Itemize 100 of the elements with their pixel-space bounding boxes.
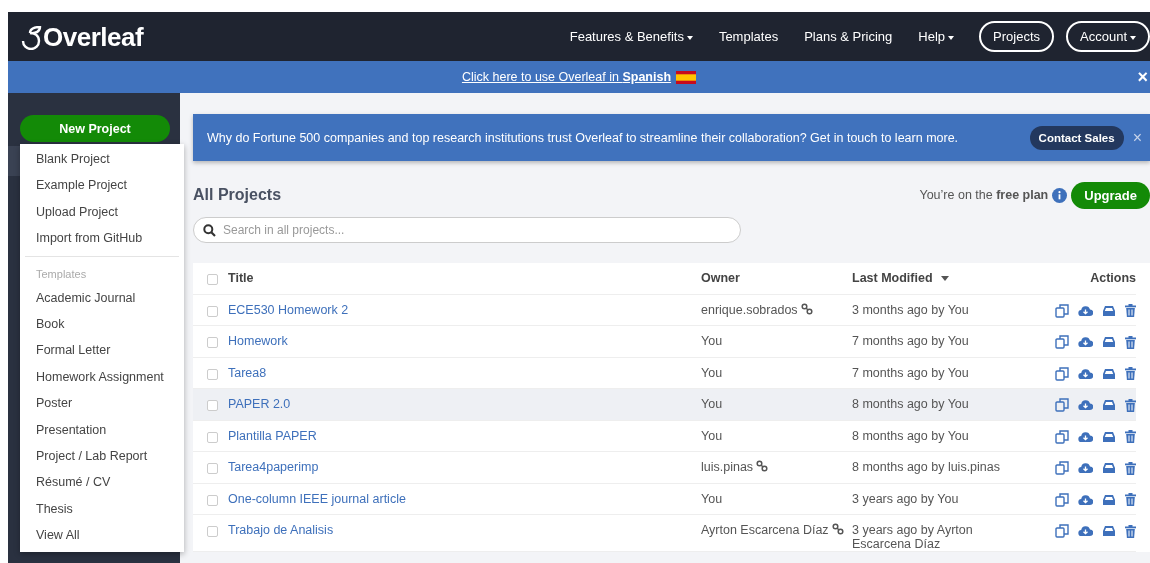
modified-text: 7 months ago by You — [852, 365, 970, 380]
trash-icon[interactable] — [1125, 398, 1136, 412]
search-icon — [203, 224, 216, 237]
menu-item[interactable]: Thesis — [20, 495, 184, 523]
project-link[interactable]: One-column IEEE journal article — [228, 491, 406, 506]
logo-text[interactable]: Overleaf — [43, 23, 144, 50]
menu-item[interactable]: Formal Letter — [20, 337, 184, 364]
plan-text: You’re on the free plan — [919, 188, 1049, 202]
info-icon[interactable] — [1052, 187, 1068, 203]
archive-icon[interactable] — [1102, 493, 1116, 506]
owner-text: enrique.sobrados — [701, 302, 798, 317]
checkbox[interactable] — [207, 400, 218, 411]
table-row[interactable]: Plantilla PAPER You 8 months ago by You — [193, 420, 1136, 452]
menu-item[interactable]: Upload Project — [20, 198, 184, 226]
project-link[interactable]: Trabajo de Analisis — [228, 523, 334, 537]
archive-icon[interactable] — [1102, 462, 1116, 474]
menu-item[interactable]: Example Project — [20, 172, 184, 199]
copy-icon[interactable] — [1055, 461, 1069, 475]
project-link[interactable]: Tarea4paperimp — [228, 460, 319, 474]
menu-item[interactable]: Book — [20, 310, 184, 338]
language-link[interactable]: Click here to use Overleaf in Spanish — [461, 70, 672, 84]
archive-icon[interactable] — [1102, 367, 1116, 380]
search-field[interactable]: Search in all projects... — [193, 217, 741, 243]
cloud-download-icon[interactable] — [1078, 493, 1093, 506]
cloud-download-icon[interactable] — [1078, 336, 1093, 348]
nav-button[interactable]: Projects — [979, 21, 1054, 52]
menu-item[interactable]: Résumé / CV — [20, 469, 184, 496]
cloud-download-icon[interactable] — [1078, 304, 1093, 317]
project-link[interactable]: Tarea8 — [228, 365, 267, 380]
menu-item[interactable]: Academic Journal — [20, 284, 184, 311]
nav-link[interactable]: Features & Benefits — [556, 29, 706, 44]
archive-icon[interactable] — [1102, 399, 1116, 411]
checkbox[interactable] — [207, 274, 218, 285]
checkbox[interactable] — [207, 526, 218, 537]
page-title: All Projects — [193, 186, 282, 204]
project-link[interactable]: Plantilla PAPER — [228, 428, 317, 443]
checkbox[interactable] — [207, 305, 218, 317]
leaf-logo-icon[interactable] — [20, 25, 42, 50]
menu-item[interactable]: View All — [20, 522, 184, 549]
trash-icon[interactable] — [1125, 493, 1136, 506]
new-project-button[interactable]: New Project — [20, 115, 170, 142]
copy-icon[interactable] — [1055, 366, 1069, 381]
column-header: Owner — [701, 271, 741, 285]
checkbox[interactable] — [207, 431, 218, 443]
owner-text: You — [701, 334, 723, 348]
menu-item[interactable]: Import from GitHub — [20, 225, 184, 252]
project-link[interactable]: ECE530 Homework 2 — [228, 302, 349, 317]
cloud-download-icon[interactable] — [1078, 399, 1093, 411]
table-row[interactable]: One-column IEEE journal article You 3 years ago by You — [193, 483, 1136, 515]
trash-icon[interactable] — [1125, 430, 1136, 443]
menu-item[interactable]: Blank Project — [20, 146, 184, 173]
copy-icon[interactable] — [1055, 429, 1069, 444]
column-header[interactable]: Last Modified — [852, 271, 1012, 285]
promo-text: Why do Fortune 500 companies and top research institutions trust Overleaf to streamline their collaboration? Get in touch to learn more. — [207, 130, 960, 145]
close-button[interactable]: × — [1137, 66, 1148, 88]
archive-icon[interactable] — [1102, 336, 1116, 348]
trash-icon[interactable] — [1125, 335, 1136, 349]
owner-text: You — [701, 365, 723, 380]
project-link[interactable]: PAPER 2.0 — [228, 397, 291, 411]
menu-item[interactable]: Project / Lab Report — [20, 442, 184, 470]
checkbox[interactable] — [207, 368, 218, 380]
copy-icon[interactable] — [1055, 524, 1069, 538]
table-row[interactable]: Homework You 7 months ago by You — [193, 326, 1136, 358]
cloud-download-icon[interactable] — [1078, 525, 1093, 537]
table-row[interactable]: Trabajo de Analisis Ayrton Escarcena Díaz 3 years ago by Ayrton Escarcena Díaz — [193, 515, 1136, 552]
modified-text: 7 months ago by You — [852, 334, 970, 348]
nav-button[interactable]: Account — [1066, 21, 1150, 52]
archive-icon[interactable] — [1102, 525, 1116, 537]
nav-link[interactable]: Help — [905, 29, 968, 44]
trash-icon[interactable] — [1125, 524, 1136, 538]
cloud-download-icon[interactable] — [1078, 462, 1093, 474]
trash-icon[interactable] — [1125, 367, 1136, 380]
menu-item[interactable]: Poster — [20, 390, 184, 417]
modified-text: 8 months ago by luis.pinas — [852, 460, 1001, 474]
menu-item[interactable]: Presentation — [20, 416, 184, 443]
menu-item[interactable]: Homework Assignment — [20, 363, 184, 391]
copy-icon[interactable] — [1055, 335, 1069, 349]
nav-link[interactable]: Templates — [705, 29, 792, 44]
menu-header: Templates — [35, 266, 88, 282]
copy-icon[interactable] — [1055, 398, 1069, 412]
table-row[interactable]: PAPER 2.0 You 8 months ago by You — [193, 389, 1136, 421]
copy-icon[interactable] — [1055, 303, 1069, 318]
trash-icon[interactable] — [1125, 304, 1136, 317]
archive-icon[interactable] — [1102, 430, 1116, 443]
trash-icon[interactable] — [1125, 461, 1136, 475]
table-row[interactable]: Tarea4paperimp luis.pinas 8 months ago by luis.pinas — [193, 452, 1136, 484]
owner-text: You — [701, 491, 723, 506]
nav-link[interactable]: Plans & Pricing — [791, 29, 906, 44]
cloud-download-icon[interactable] — [1078, 367, 1093, 380]
cloud-download-icon[interactable] — [1078, 430, 1093, 443]
project-link[interactable]: Homework — [228, 334, 288, 348]
table-row[interactable]: ECE530 Homework 2 enrique.sobrados 3 months ago by You — [193, 294, 1136, 326]
copy-icon[interactable] — [1055, 492, 1069, 507]
checkbox[interactable] — [207, 463, 218, 474]
checkbox[interactable] — [207, 494, 218, 506]
contact-sales-button[interactable]: Contact Sales — [1029, 125, 1124, 150]
owner-text: You — [701, 397, 723, 411]
archive-icon[interactable] — [1102, 304, 1116, 317]
upgrade-button[interactable]: Upgrade — [1071, 181, 1150, 209]
checkbox[interactable] — [207, 337, 218, 348]
